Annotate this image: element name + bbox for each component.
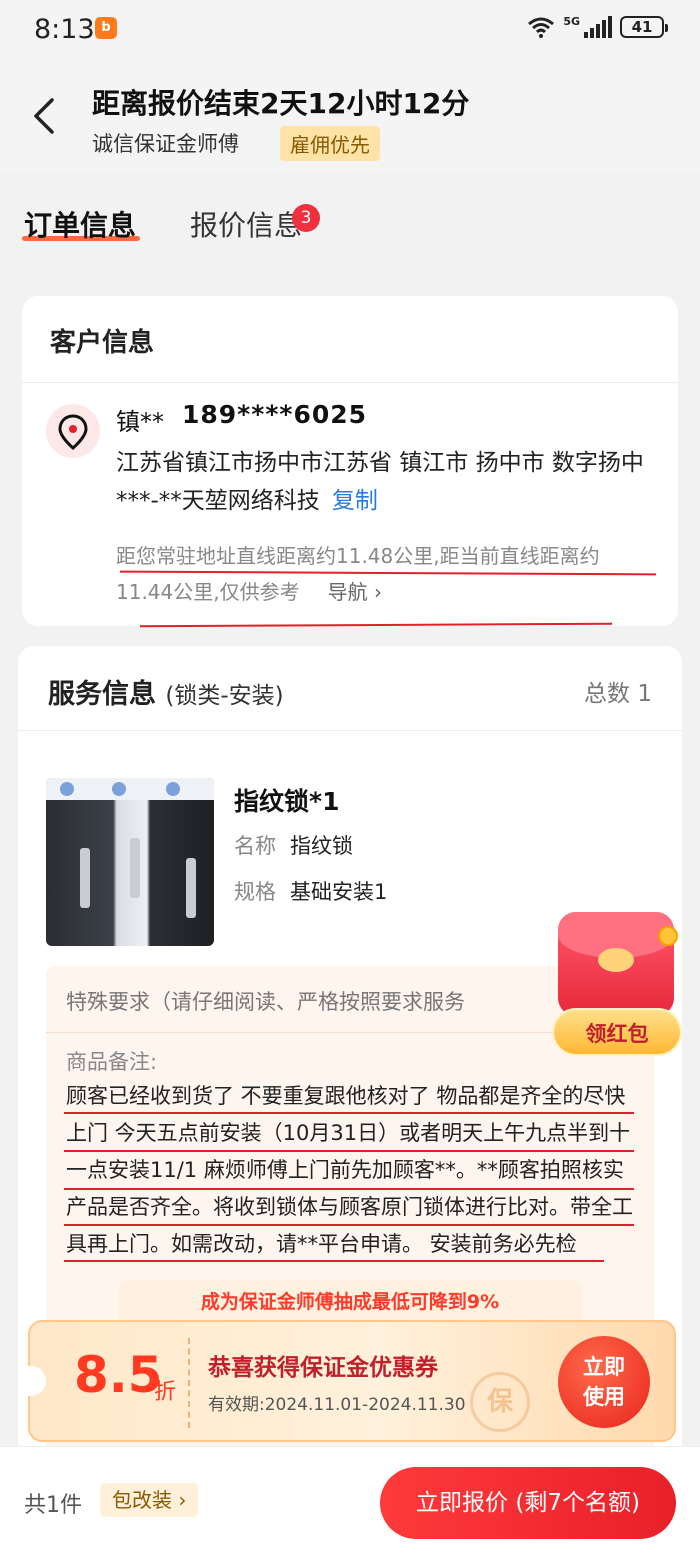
image-step-dot	[60, 782, 74, 796]
modification-tag[interactable]: 包改装 ›	[100, 1483, 199, 1517]
page-title: 距离报价结束2天12小时12分	[92, 87, 470, 120]
annotation-underline	[64, 1188, 634, 1190]
location-pin-icon	[46, 404, 100, 458]
page-header: 距离报价结束2天12小时12分 诚信保证金师傅 雇佣优先	[0, 62, 700, 172]
lock-handle-shape	[186, 858, 196, 918]
annotation-underline	[139, 622, 613, 628]
navigate-link[interactable]: 导航 ›	[328, 580, 382, 604]
service-section-title: 服务信息 (锁类-安装)	[48, 672, 284, 711]
coupon-discount: 8.5	[74, 1346, 163, 1404]
service-total-count: 总数 1	[584, 681, 652, 707]
divider	[22, 382, 678, 383]
coupon-notch	[26, 1366, 46, 1396]
quote-count-badge: 3	[292, 204, 320, 232]
back-arrow-icon[interactable]	[26, 94, 62, 138]
page-subtitle: 诚信保证金师傅	[92, 132, 239, 156]
priority-badge: 雇佣优先	[280, 126, 380, 161]
annotation-underline	[64, 1150, 634, 1152]
image-step-dot	[166, 782, 180, 796]
customer-section-title: 客户信息	[50, 328, 155, 358]
tab-quote-info[interactable]: 报价信息	[190, 204, 302, 244]
coupon-separator	[188, 1338, 190, 1428]
image-step-dot	[112, 782, 126, 796]
coupon-discount-unit: 折	[154, 1380, 177, 1405]
signal-icon	[584, 16, 612, 38]
service-title-text: 服务信息	[48, 679, 156, 710]
product-spec-label: 规格	[234, 880, 276, 904]
quote-now-button[interactable]: 立即报价 (剩7个名额)	[380, 1467, 676, 1539]
product-name-value: 指纹锁	[290, 834, 353, 858]
coupon-title: 恭喜获得保证金优惠券	[208, 1355, 438, 1381]
coupon-card[interactable]: 8.5 折 恭喜获得保证金优惠券 有效期:2024.11.01-2024.11.…	[26, 1320, 676, 1442]
product-note-text: 顾客已经收到货了 不要重复跟他核对了 物品都是齐全的尽快上门 今天五点前安装（1…	[66, 1084, 633, 1256]
annotation-underline	[64, 1260, 604, 1262]
status-time: 8:13	[34, 14, 95, 45]
customer-name: 镇**	[116, 408, 164, 436]
network-type: 5G	[563, 14, 580, 28]
coupon-watermark-icon: 保	[470, 1372, 530, 1432]
product-name: 指纹锁*1	[234, 787, 340, 816]
special-requirements-title: 特殊要求（请仔细阅读、严格按照要求服务	[66, 990, 465, 1014]
divider	[18, 730, 682, 731]
tab-order-info[interactable]: 订单信息	[24, 204, 136, 244]
product-image[interactable]	[46, 778, 214, 946]
annotation-underline	[64, 1112, 634, 1114]
item-count: 共1件	[24, 1493, 82, 1518]
customer-info-card: 客户信息 镇** 189****6025 江苏省镇江市扬中市江苏省 镇江市 扬中…	[22, 296, 678, 628]
customer-address: 江苏省镇江市扬中市江苏省 镇江市 扬中市 数字扬中***-**天堃网络科技 复制	[116, 444, 646, 520]
coupon-validity: 有效期:2024.11.01-2024.11.30	[208, 1395, 466, 1415]
claim-red-packet-button[interactable]: 领红包	[552, 1008, 682, 1056]
copy-address-link[interactable]: 复制	[332, 488, 378, 514]
wifi-icon	[528, 17, 555, 38]
promo-tip: 成为保证金师傅抽成最低可降到9%	[118, 1280, 582, 1324]
status-bar: 8:13 b 5G 41	[0, 0, 700, 62]
battery-icon: 41	[620, 16, 668, 38]
tab-bar: 订单信息 报价信息 3	[0, 190, 700, 260]
lock-handle-shape	[130, 838, 140, 898]
red-packet-widget[interactable]: 领红包	[552, 912, 684, 1060]
use-coupon-button[interactable]: 立即使用	[558, 1336, 650, 1428]
status-icons: 5G 41	[527, 14, 668, 38]
annotation-underline	[64, 1224, 634, 1226]
app-notification-icon: b	[95, 17, 117, 39]
customer-phone[interactable]: 189****6025	[182, 400, 367, 429]
product-note-label: 商品备注:	[66, 1050, 158, 1074]
coin-icon	[658, 926, 678, 946]
product-name-label: 名称	[234, 834, 276, 858]
lock-handle-shape	[80, 848, 90, 908]
customer-address-text: 江苏省镇江市扬中市江苏省 镇江市 扬中市 数字扬中***-**天堃网络科技	[116, 450, 644, 514]
product-spec-value: 基础安装1	[290, 880, 388, 904]
red-packet-seal	[598, 948, 634, 972]
bottom-action-bar: 共1件 包改装 › 立即报价 (剩7个名额)	[0, 1446, 700, 1556]
service-category: (锁类-安装)	[165, 683, 284, 709]
